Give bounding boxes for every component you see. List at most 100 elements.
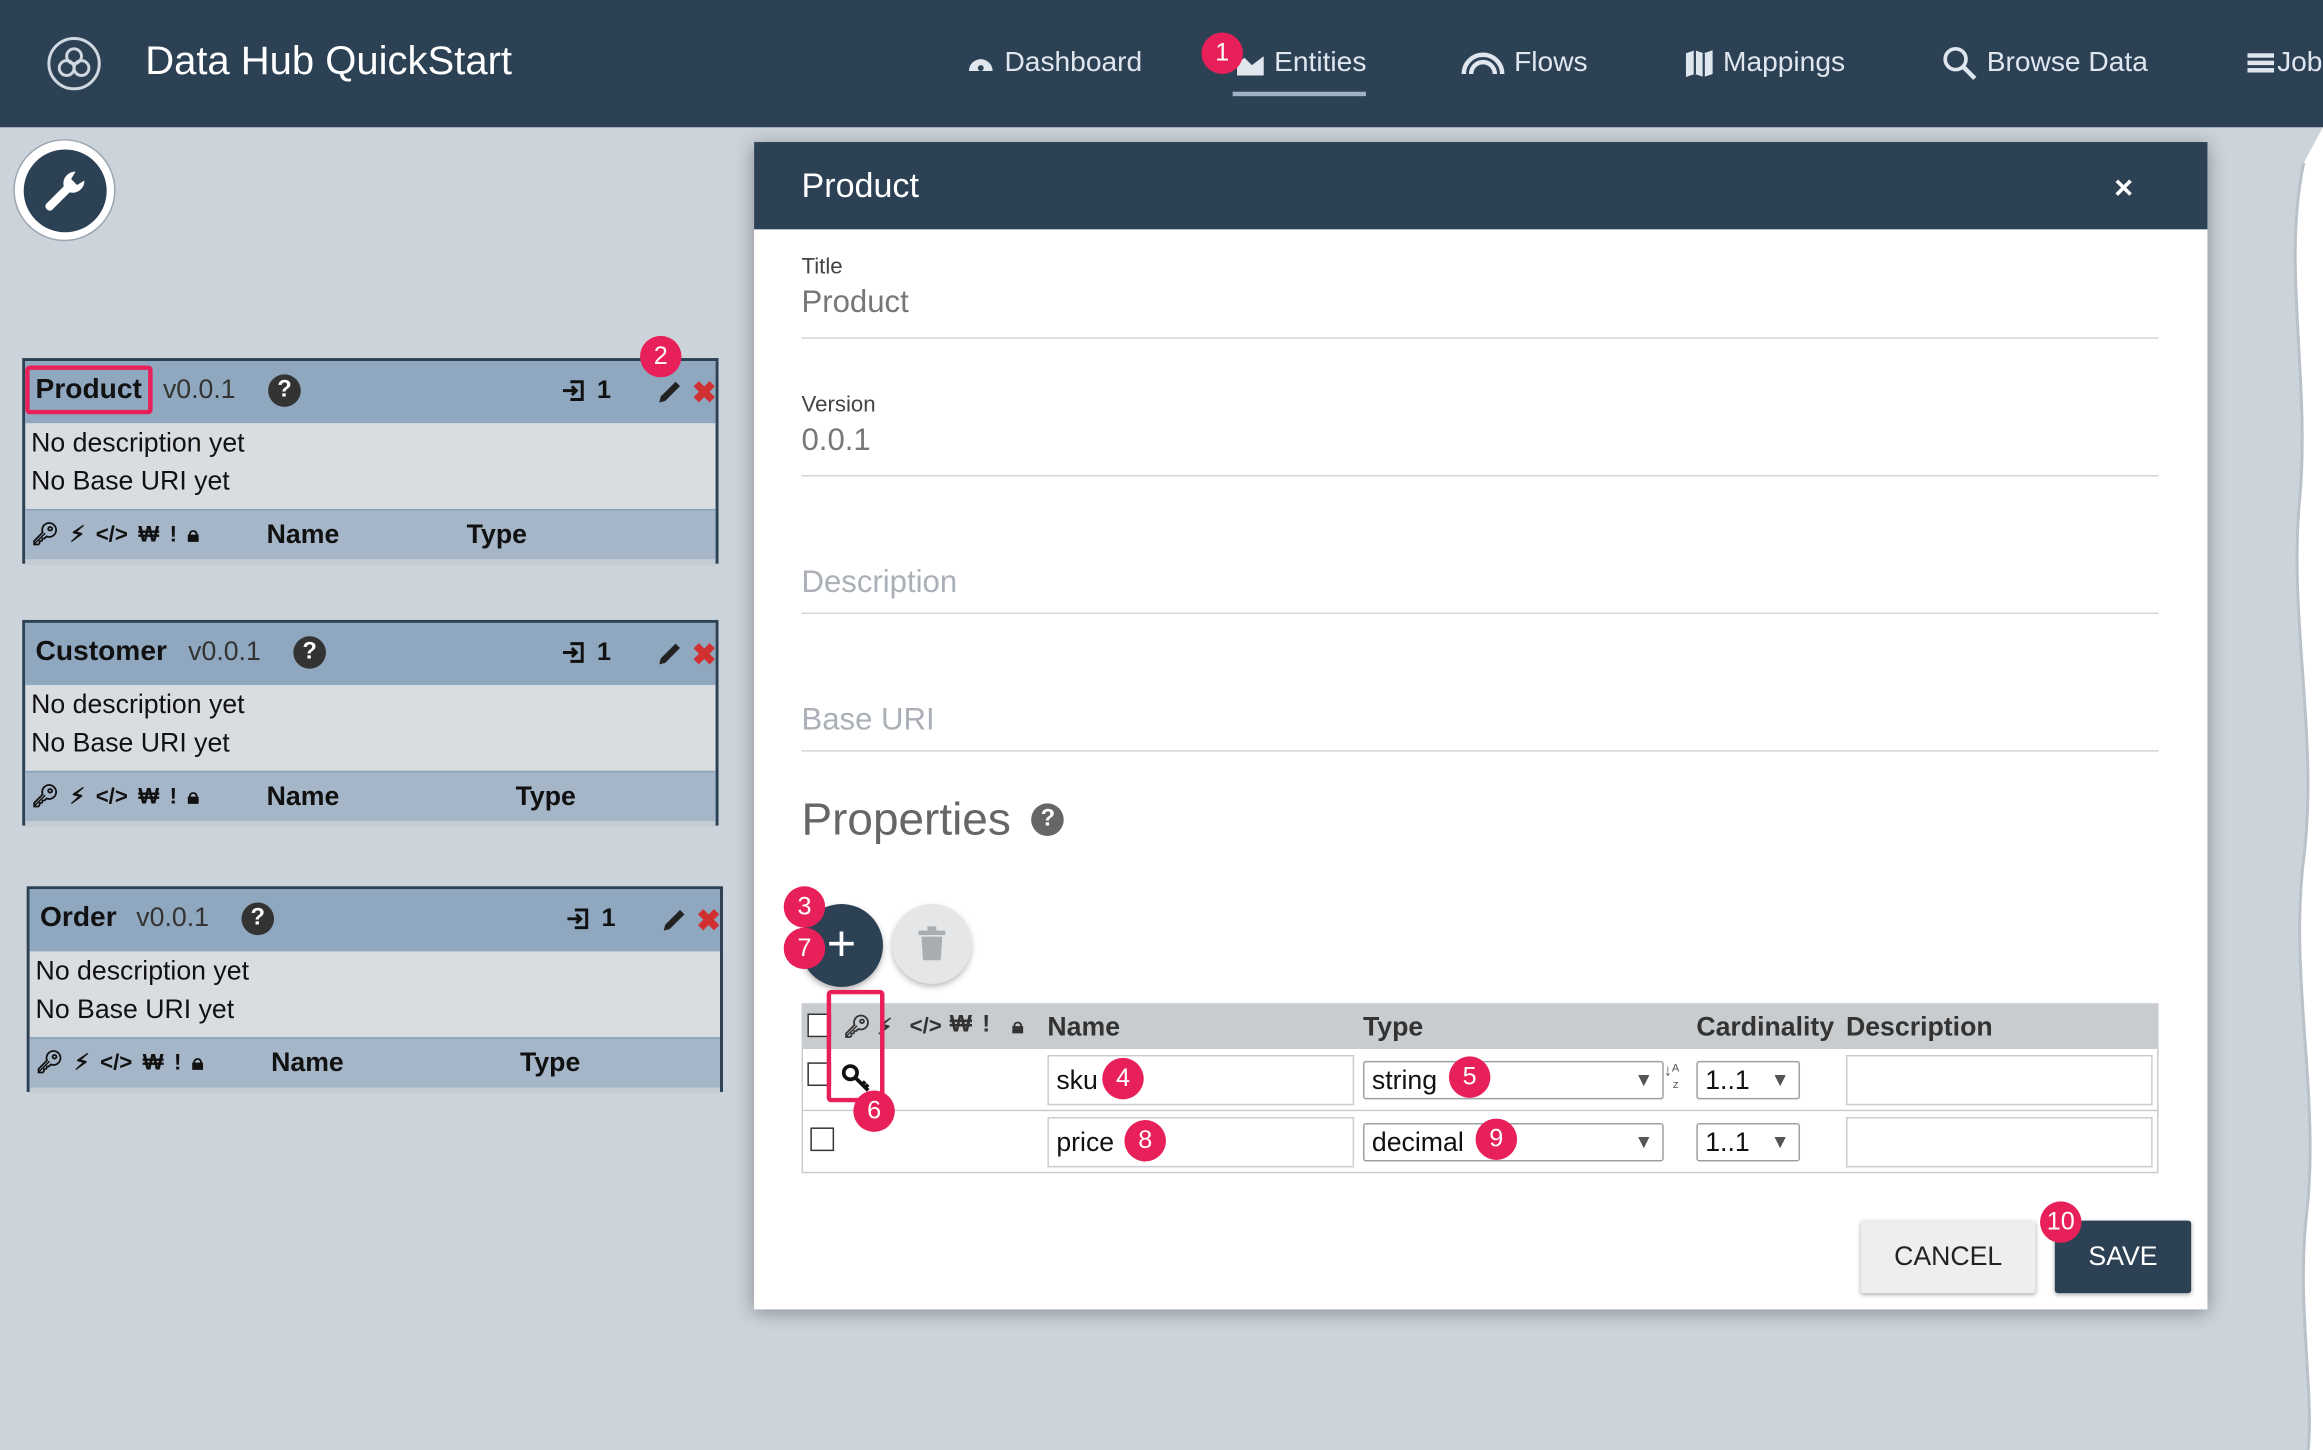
help-icon[interactable]: ? <box>1031 803 1065 836</box>
dashboard-icon <box>968 59 993 72</box>
version-label: Version <box>801 392 876 418</box>
cancel-button[interactable]: CANCEL <box>1860 1220 2036 1294</box>
nav-browse-data[interactable]: Browse Data <box>1942 44 2148 82</box>
properties-heading-text: Properties <box>801 793 1011 845</box>
nav-jobs[interactable]: Job <box>2247 44 2322 82</box>
won-icon: ₩ <box>142 1049 164 1075</box>
properties-heading: Properties ? <box>801 793 1065 846</box>
col-name-label: Name <box>271 1047 344 1078</box>
col-cardinality-header: Cardinality <box>1696 1012 1835 1042</box>
flows-arc-icon <box>1461 52 1505 75</box>
col-name-header: Name <box>1047 1012 1121 1042</box>
code-icon: </> <box>95 521 128 547</box>
lock-icon: 🔒︎ <box>187 783 200 809</box>
help-icon[interactable]: ? <box>241 902 275 936</box>
sort-alpha-icon[interactable]: ↓ᴬ ᶻ <box>1664 1063 1680 1097</box>
nav-jobs-label: Job <box>2277 47 2323 79</box>
entity-card-order[interactable]: Order v0.0.1 ? 1 ✖ No description yet No… <box>26 886 723 1094</box>
highlight-box <box>25 365 153 415</box>
top-navbar: Data Hub QuickStart Dashboard Entities F… <box>0 0 2323 128</box>
col-name-label: Name <box>266 519 340 549</box>
col-type-header: Type <box>1362 1012 1424 1042</box>
bolt-icon: ⚡︎ <box>69 522 86 548</box>
nav-dashboard[interactable]: Dashboard <box>966 44 1142 82</box>
entity-columns-header: 🔑︎ ⚡︎ </> ₩ ! 🔒︎ Name Type <box>25 508 716 560</box>
entity-base-uri: No Base URI yet <box>31 466 230 496</box>
edit-pencil-icon[interactable] <box>656 379 683 406</box>
nav-flows[interactable]: Flows <box>1461 44 1588 82</box>
annotation-badge: 7 <box>783 927 826 970</box>
delete-property-button[interactable] <box>891 904 972 984</box>
description-placeholder[interactable]: Description <box>801 565 2158 601</box>
title-value[interactable]: Product <box>801 286 2158 322</box>
map-icon <box>1685 50 1713 77</box>
nav-flows-label: Flows <box>1514 47 1588 79</box>
annotation-badge: 9 <box>1475 1118 1518 1160</box>
delete-x-icon[interactable]: ✖ <box>692 636 717 673</box>
entity-name[interactable]: Order <box>40 903 117 936</box>
version-field[interactable]: Version 0.0.1 <box>801 392 2159 477</box>
entity-base-uri: No Base URI yet <box>31 727 230 758</box>
nav-browse-data-label: Browse Data <box>1986 47 2148 79</box>
entity-name[interactable]: Customer <box>36 636 167 669</box>
card-scrollbar[interactable] <box>25 821 716 828</box>
cardinality-select[interactable]: 1..1 ▼ <box>1696 1123 1801 1162</box>
property-type-select[interactable]: string ▼ <box>1362 1060 1664 1100</box>
entity-version: v0.0.1 <box>136 902 209 933</box>
app-logo-icon[interactable] <box>47 36 101 91</box>
nav-mappings-label: Mappings <box>1722 47 1846 79</box>
key-icon: 🔑︎ <box>31 522 60 548</box>
key-icon: 🔑︎ <box>31 784 60 810</box>
key-icon: 🔑︎ <box>35 1050 64 1076</box>
help-icon[interactable]: ? <box>293 636 326 669</box>
chevron-down-icon: ▼ <box>1770 1130 1790 1153</box>
help-icon[interactable]: ? <box>268 374 301 407</box>
trash-icon <box>918 926 946 961</box>
code-icon: </> <box>100 1049 133 1075</box>
entity-version: v0.0.1 <box>188 636 261 666</box>
won-icon[interactable]: ₩ <box>950 1012 972 1039</box>
delete-x-icon[interactable]: ✖ <box>692 374 717 411</box>
nav-mappings[interactable]: Mappings <box>1684 44 1845 82</box>
title-field[interactable]: Title Product <box>801 254 2159 339</box>
bolt-icon: ⚡︎ <box>69 784 86 810</box>
chevron-down-icon: ▼ <box>1634 1068 1654 1091</box>
entity-card-header: Order v0.0.1 ? 1 ✖ <box>29 889 721 952</box>
row-checkbox[interactable] <box>810 1127 835 1152</box>
card-scrollbar[interactable] <box>29 1087 721 1094</box>
entity-card-customer[interactable]: Customer v0.0.1 ? 1 ✖ No description yet… <box>22 619 719 828</box>
property-description-input[interactable] <box>1845 1117 2153 1168</box>
edit-pencil-icon[interactable] <box>661 907 688 934</box>
highlight-box <box>826 989 885 1103</box>
description-field[interactable]: Description <box>801 565 2159 615</box>
exclamation-icon[interactable]: ! <box>982 1012 990 1039</box>
entity-base-uri: No Base URI yet <box>35 994 235 1024</box>
edit-pencil-icon[interactable] <box>656 641 683 668</box>
cardinality-select[interactable]: 1..1 ▼ <box>1696 1060 1801 1100</box>
close-icon[interactable]: × <box>2114 169 2133 207</box>
active-nav-indicator <box>1232 91 1366 97</box>
cardinality-value: 1..1 <box>1705 1065 1750 1095</box>
property-description-input[interactable] <box>1845 1054 2153 1106</box>
entity-description: No description yet <box>35 955 250 986</box>
nav-entities[interactable]: Entities <box>1236 44 1366 82</box>
lock-icon[interactable]: 🔒︎ <box>1012 1014 1024 1039</box>
tool-button[interactable] <box>13 139 116 242</box>
card-scrollbar[interactable] <box>25 559 716 566</box>
delete-x-icon[interactable]: ✖ <box>696 903 721 940</box>
code-icon[interactable]: </> <box>910 1014 942 1039</box>
entity-card-header: Customer v0.0.1 ? 1 ✖ <box>25 622 717 686</box>
modal-title: Product <box>801 165 919 205</box>
property-type-value: decimal <box>1371 1127 1464 1158</box>
properties-table-header: 🔑︎ ⚡︎ </> ₩ ! 🔒︎ Name Type Cardinality D… <box>802 1004 2158 1050</box>
property-name-input[interactable]: price <box>1047 1117 1355 1168</box>
chevron-down-icon: ▼ <box>1770 1068 1790 1091</box>
base-uri-field[interactable]: Base URI <box>801 703 2159 752</box>
wrench-icon <box>44 170 84 210</box>
base-uri-placeholder[interactable]: Base URI <box>801 703 2158 739</box>
property-name-input[interactable]: sku <box>1047 1054 1355 1106</box>
annotation-badge: 10 <box>2040 1201 2082 1243</box>
exclamation-icon: ! <box>169 783 177 809</box>
annotation-badge: 2 <box>640 335 682 378</box>
version-value[interactable]: 0.0.1 <box>801 423 2158 459</box>
